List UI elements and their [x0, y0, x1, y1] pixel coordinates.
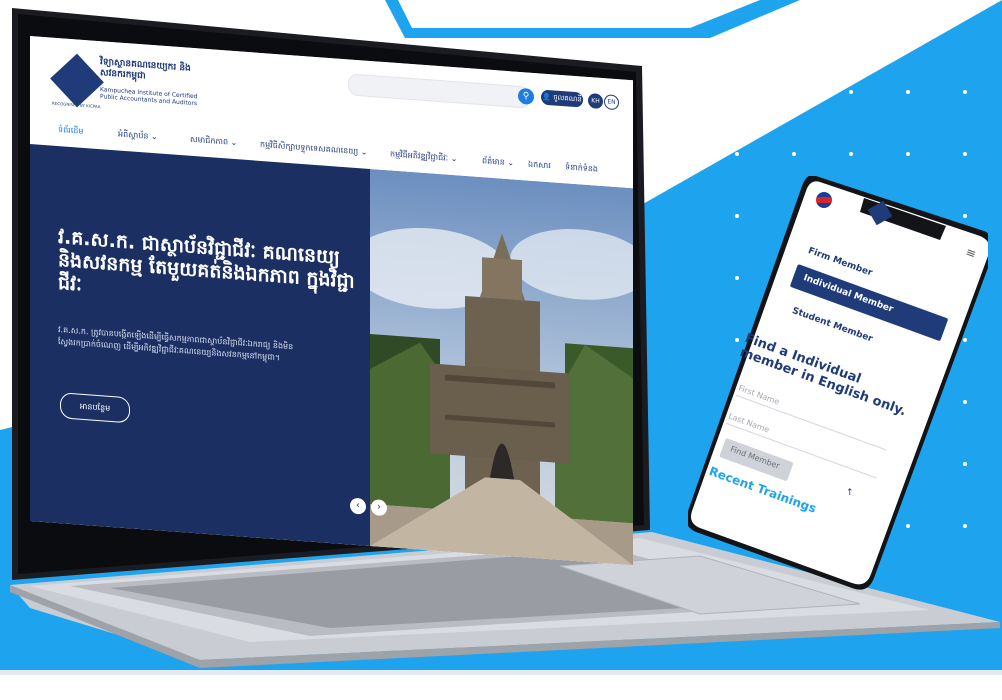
- nav-item-news[interactable]: ព័ត៌មាន ⌄: [482, 155, 514, 169]
- search-icon[interactable]: ⚲: [518, 87, 534, 106]
- hero-slider: វ.គ.ស.ក. ជាស្ថាប័នវិជ្ជាជីវៈ គណនេយ្យ និង…: [30, 144, 633, 566]
- angkor-gate-image: [370, 168, 633, 566]
- nav-item-training[interactable]: កម្មវិធីសិក្សាបទ្ទុកទេសគណនេយ្យ ⌄: [260, 139, 367, 159]
- nav-item-membership[interactable]: សមាជិកភាព ⌄: [190, 134, 237, 149]
- menu-individual-label: Individual Member: [801, 273, 895, 315]
- hamburger-menu-icon[interactable]: ≡: [964, 245, 978, 262]
- user-icon: 👤: [542, 92, 551, 102]
- phone-logo-icon: [867, 200, 893, 226]
- laptop-screen: វិទ្យាស្ថានគណនេយ្យករ និងសវនករកម្ពុជា Kam…: [30, 36, 633, 566]
- hero-title: វ.គ.ស.ក. ជាស្ថាប័នវិជ្ជាជីវៈ គណនេយ្យ និង…: [58, 226, 355, 296]
- hero-description: វ.គ.ស.ក. ត្រូវបានបង្កើតឡើងដើម្បីធ្វើសកម្…: [58, 325, 294, 363]
- slider-next-button[interactable]: ›: [371, 499, 387, 517]
- read-more-button[interactable]: អានបន្ថែម: [60, 392, 130, 424]
- nav-item-about[interactable]: អំពីស្ថាប័ន ⌄: [118, 128, 158, 143]
- hero-text-panel: វ.គ.ស.ក. ជាស្ថាប័នវិជ្ជាជីវៈ គណនេយ្យ និង…: [30, 144, 370, 546]
- lang-kh-button[interactable]: KH: [588, 92, 603, 110]
- login-label: ចូលគណនី: [553, 93, 582, 104]
- slider-prev-button[interactable]: ‹: [350, 497, 366, 515]
- kicpaa-logo-icon[interactable]: [50, 53, 104, 108]
- phone-screen: ≡ Firm Member Individual Member Student …: [688, 176, 988, 596]
- search-input[interactable]: [348, 73, 530, 109]
- login-button[interactable]: 👤 ចូលគណនី: [541, 89, 583, 108]
- logo-motto: RECOGNISED BY KICPAA: [52, 100, 101, 110]
- scroll-up-icon[interactable]: ↑: [846, 488, 854, 498]
- last-name-placeholder: Last Name: [727, 411, 771, 435]
- nav-item-contact[interactable]: ទំនាក់ទំនង: [565, 161, 598, 175]
- nav-item-cpd[interactable]: កម្មវិធីអភិវឌ្ឍវិជ្ជាជីវៈ ⌄: [390, 148, 457, 165]
- nav-item-documents[interactable]: ឯកសារ: [528, 159, 551, 173]
- cambodia-flag-icon: [816, 192, 832, 208]
- find-member-label: Find Member: [729, 444, 781, 471]
- nav-item-home[interactable]: ទំព័រដើម: [58, 124, 83, 138]
- lang-en-button[interactable]: EN: [604, 94, 619, 111]
- first-name-placeholder: First Name: [737, 383, 781, 407]
- logo-english-text: Kampuchea Institute of Certified Public …: [100, 86, 198, 108]
- logo-khmer-text: វិទ្យាស្ថានគណនេយ្យករ និងសវនករកម្ពុជា: [100, 57, 191, 82]
